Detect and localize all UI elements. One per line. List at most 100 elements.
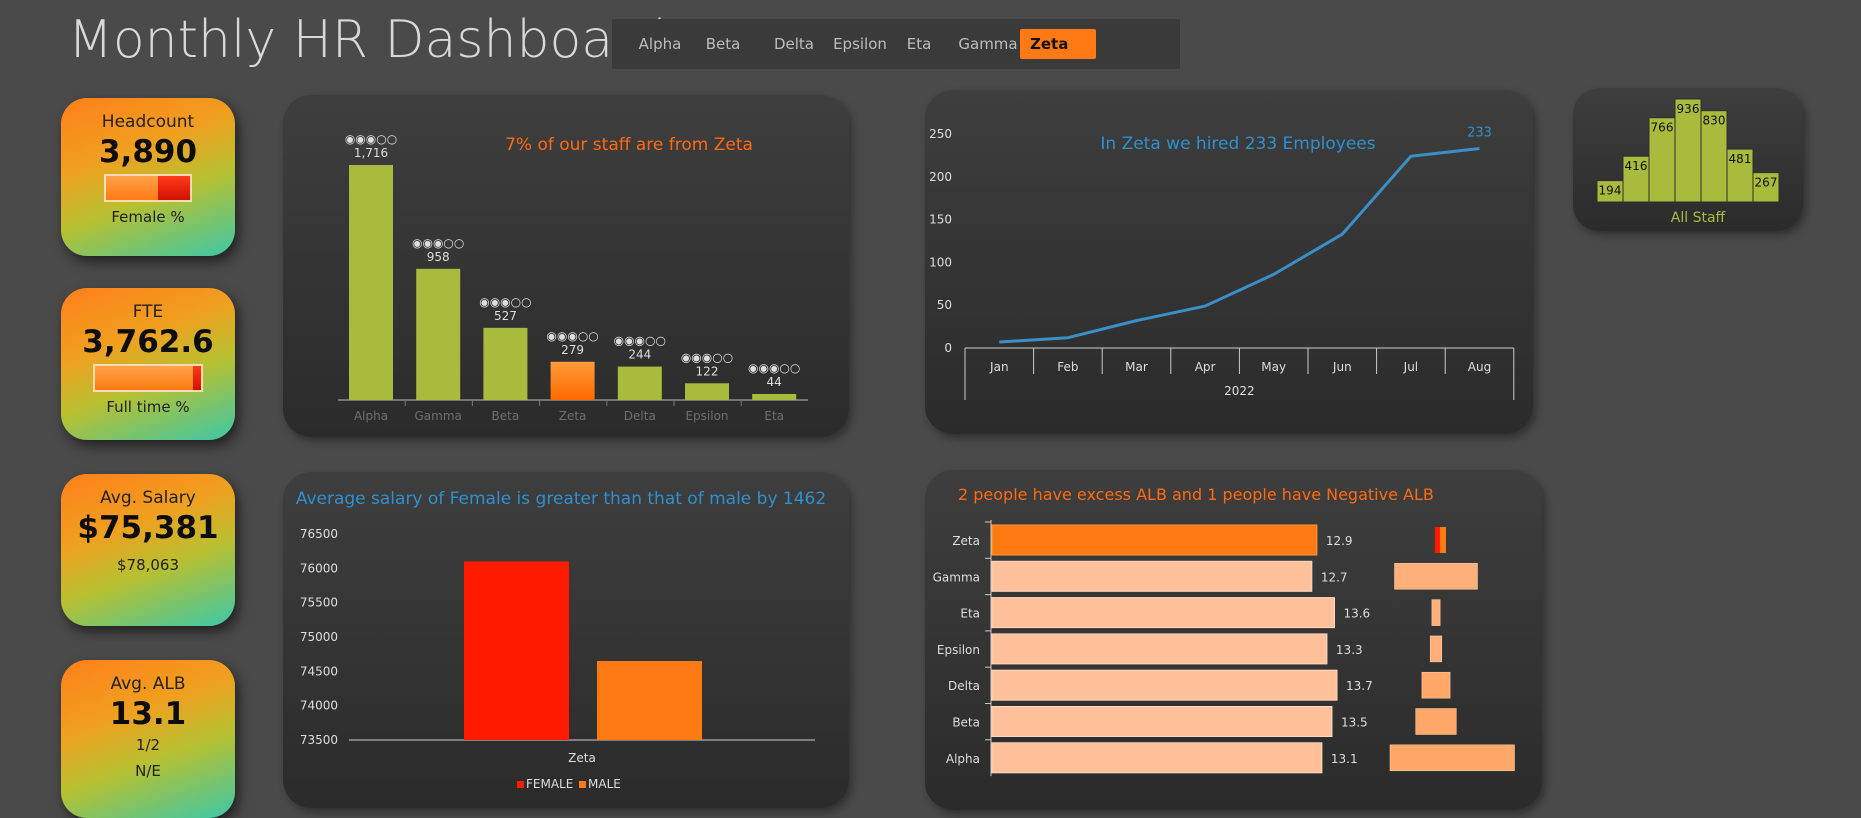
- end-label: 233: [1467, 126, 1492, 141]
- bar-beta: [991, 706, 1333, 737]
- side-bar-eta: [1431, 599, 1441, 626]
- x-tick-label: Alpha: [354, 409, 388, 423]
- kpi-alb-label: Avg. ALB: [110, 674, 186, 694]
- bar-delta: [617, 366, 662, 400]
- y-tick-label: Zeta: [952, 534, 980, 548]
- full-time-percent-fill: [192, 366, 201, 390]
- y-tick-label: 76500: [300, 527, 338, 541]
- x-tick-label: Apr: [1195, 360, 1216, 374]
- x-tick-label: Jan: [989, 360, 1009, 374]
- y-tick-label: 76000: [300, 561, 338, 575]
- tab-delta[interactable]: Delta: [762, 29, 826, 59]
- tab-eta[interactable]: Eta: [894, 29, 944, 59]
- salary-by-gender-chart: Average salary of Female is greater than…: [296, 489, 826, 791]
- y-tick-label: Epsilon: [937, 643, 980, 657]
- kpi-salary-sub: $78,063: [116, 556, 180, 574]
- all-staff-panel: 194 416 766 936 830 481 267 All Staff: [1573, 88, 1803, 231]
- tab-zeta[interactable]: Zeta: [1020, 29, 1096, 59]
- kpi-fte-sub: Full time %: [106, 398, 190, 416]
- data-label: 267: [1755, 176, 1778, 190]
- data-label: 527: [494, 309, 517, 323]
- rating-label: ◉◉◉○○: [546, 329, 598, 343]
- side-bar-gamma: [1394, 563, 1478, 590]
- data-label: 13.3: [1336, 643, 1363, 657]
- staff-by-department-chart: 7% of our staff are from Zeta1,716◉◉◉○○A…: [338, 132, 808, 423]
- data-label: 13.7: [1346, 679, 1373, 693]
- kpi-headcount: Headcount 3,890 Female %: [61, 98, 235, 256]
- legend-label-female: FEMALE: [526, 777, 573, 791]
- kpi-headcount-label: Headcount: [101, 112, 195, 132]
- tab-alpha[interactable]: Alpha: [630, 29, 690, 59]
- x-tick-label: May: [1261, 360, 1286, 374]
- salary-by-gender-panel: Average salary of Female is greater than…: [283, 472, 849, 808]
- kpi-headcount-value: 3,890: [98, 134, 198, 170]
- data-label: 122: [696, 364, 719, 378]
- bar-alpha: [349, 165, 393, 400]
- chart-title: Average salary of Female is greater than…: [296, 489, 826, 509]
- bar-eta: [991, 597, 1335, 629]
- kpi-fte-value: 3,762.6: [82, 324, 214, 360]
- y-tick-label: 100: [929, 255, 952, 269]
- x-tick-label: Jun: [1332, 360, 1352, 374]
- hiring-trend-chart: In Zeta we hired 233 Employees 0 50 100 150 2…: [929, 126, 1515, 400]
- y-tick-label: 75000: [300, 630, 338, 644]
- x-tick-label: Mar: [1125, 360, 1148, 374]
- rating-label: ◉◉◉○○: [614, 334, 666, 348]
- bar-gamma: [991, 560, 1313, 592]
- bar-zeta: [550, 361, 595, 400]
- female-percent-bar: [104, 174, 192, 202]
- x-tick-label: Jul: [1403, 360, 1418, 374]
- data-label: 13.6: [1343, 607, 1370, 621]
- chart-title: 2 people have excess ALB and 1 people ha…: [958, 485, 1434, 504]
- y-tick-label: 0: [944, 341, 952, 355]
- side-bar-zeta: [1440, 527, 1446, 553]
- y-tick-label: 200: [929, 170, 952, 184]
- bar-female: [464, 561, 569, 740]
- y-tick-label: 250: [929, 127, 952, 141]
- data-label: 13.1: [1331, 752, 1358, 766]
- y-tick-label: 150: [929, 213, 952, 227]
- year-label: 2022: [1224, 384, 1255, 398]
- legend-swatch-female: [517, 781, 524, 788]
- bar-male: [597, 661, 702, 740]
- rating-label: ◉◉◉○○: [345, 132, 397, 146]
- kpi-fte: FTE 3,762.6 Full time %: [61, 288, 235, 440]
- bar-gamma: [416, 268, 461, 400]
- hiring-trend-panel: In Zeta we hired 233 Employees 0 50 100 150 2…: [925, 90, 1533, 434]
- kpi-alb: Avg. ALB 13.1 1/2 N/E: [61, 660, 235, 818]
- rating-label: ◉◉◉○○: [681, 350, 733, 364]
- side-bar-zeta-negative: [1435, 527, 1440, 553]
- data-label: 279: [561, 343, 584, 357]
- data-label: 194: [1599, 184, 1622, 198]
- tab-epsilon[interactable]: Epsilon: [830, 29, 890, 59]
- x-tick-label: Feb: [1057, 360, 1078, 374]
- kpi-salary-label: Avg. Salary: [100, 488, 196, 508]
- kpi-salary-value: $75,381: [77, 510, 219, 546]
- x-tick-label: Zeta: [568, 751, 596, 765]
- data-label: 481: [1729, 152, 1752, 166]
- x-tick-label: Eta: [764, 409, 784, 423]
- full-time-percent-bar: [93, 364, 203, 392]
- y-tick-label: Gamma: [933, 570, 980, 584]
- rating-label: ◉◉◉○○: [412, 236, 464, 250]
- tab-beta[interactable]: Beta: [694, 29, 752, 59]
- kpi-alb-sub1: 1/2: [135, 736, 161, 754]
- kpi-salary: Avg. Salary $75,381 $78,063: [61, 474, 235, 626]
- y-tick-label: 73500: [300, 733, 338, 747]
- x-tick-label: Epsilon: [685, 409, 728, 423]
- data-label: 44: [767, 375, 782, 389]
- x-tick-label: Beta: [492, 409, 520, 423]
- bar-epsilon: [685, 383, 729, 400]
- y-tick-label: Eta: [960, 607, 980, 621]
- rating-label: ◉◉◉○○: [479, 295, 531, 309]
- data-label: 958: [427, 250, 450, 264]
- y-tick-label: 74500: [300, 664, 338, 678]
- tab-gamma[interactable]: Gamma: [957, 29, 1019, 59]
- bar-alpha: [991, 742, 1323, 774]
- legend-label-male: MALE: [588, 777, 621, 791]
- x-tick-label: Zeta: [559, 409, 587, 423]
- kpi-fte-label: FTE: [132, 302, 164, 322]
- data-label: 12.9: [1326, 534, 1353, 548]
- chart-title: 7% of our staff are from Zeta: [505, 135, 753, 155]
- side-bar-delta: [1421, 671, 1451, 699]
